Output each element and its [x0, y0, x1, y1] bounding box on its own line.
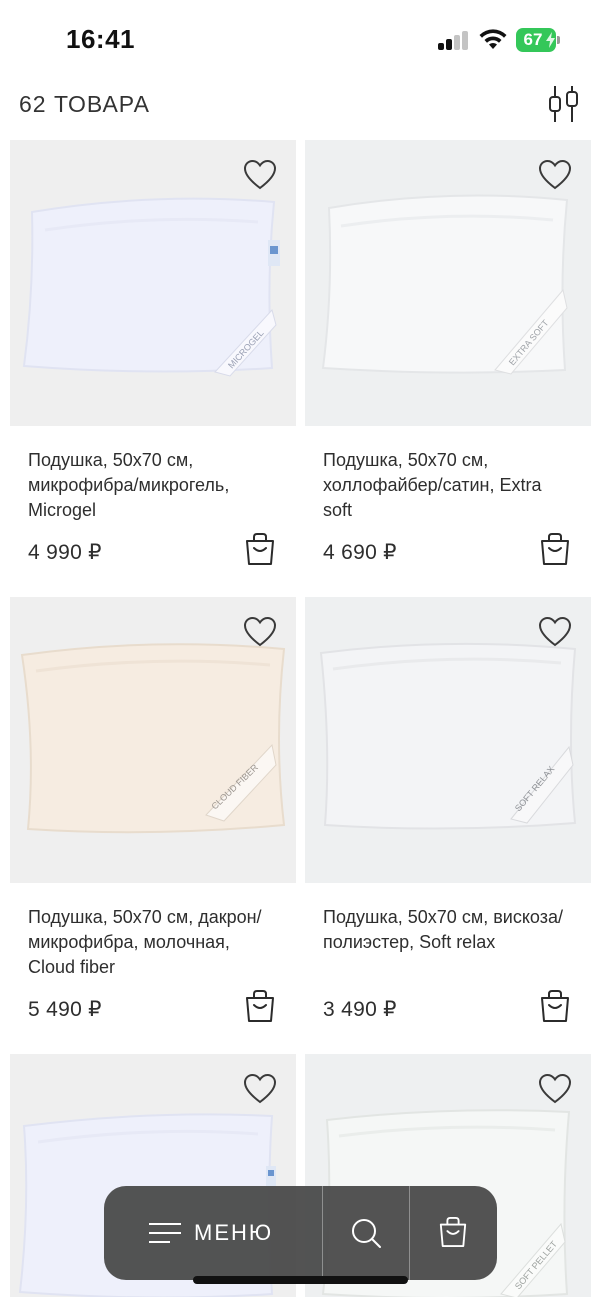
add-to-cart-icon[interactable]: [539, 989, 571, 1023]
product-price: 4 990 ₽: [28, 541, 102, 564]
sliders-icon[interactable]: [544, 84, 582, 124]
catalog-header: 62 ТОВАРА: [0, 72, 600, 138]
product-title[interactable]: Подушка, 50х70 см, холлофайбер/сатин, Ex…: [323, 448, 573, 526]
menu-button[interactable]: МЕНЮ: [104, 1186, 322, 1280]
product-title[interactable]: Подушка, 50х70 см, дакрон/микрофибра, мо…: [28, 905, 278, 983]
product-card[interactable]: EXTRA SOFT Подушка, 50х70 см, холлофайбе…: [305, 140, 591, 576]
product-footer: 5 490 ₽: [10, 983, 296, 1033]
cart-button[interactable]: [409, 1186, 497, 1280]
home-indicator[interactable]: [193, 1276, 408, 1284]
search-icon: [352, 1219, 381, 1248]
product-price: 4 690 ₽: [323, 541, 397, 564]
product-footer: 4 990 ₽: [10, 526, 296, 576]
heart-icon[interactable]: [243, 159, 277, 191]
add-to-cart-icon[interactable]: [539, 532, 571, 566]
cellular-signal-icon: [438, 30, 470, 50]
product-title[interactable]: Подушка, 50х70 см, вискоза/полиэстер, So…: [323, 905, 573, 983]
heart-icon[interactable]: [243, 1073, 277, 1105]
product-image[interactable]: SOFT RELAX: [305, 597, 591, 883]
search-button[interactable]: [322, 1186, 409, 1280]
product-image[interactable]: CLOUD FIBER: [10, 597, 296, 883]
product-image[interactable]: EXTRA SOFT: [305, 140, 591, 426]
status-time: 16:41: [66, 24, 135, 54]
product-card[interactable]: MICROGEL Подушка, 50х70 см, микрофибра/м…: [10, 140, 296, 576]
charging-bolt-icon: [546, 32, 555, 48]
item-count: 62 ТОВАРА: [19, 91, 150, 117]
battery-cap: [557, 36, 560, 44]
bottom-navigation: МЕНЮ: [104, 1186, 497, 1280]
battery-indicator: 67: [516, 28, 560, 52]
wifi-icon: [479, 29, 507, 49]
heart-icon[interactable]: [538, 616, 572, 648]
product-card[interactable]: CLOUD FIBER Подушка, 50х70 см, дакрон/ми…: [10, 597, 296, 1033]
battery-level: 67: [523, 30, 543, 49]
heart-icon[interactable]: [538, 159, 572, 191]
product-footer: 4 690 ₽: [305, 526, 591, 576]
product-title[interactable]: Подушка, 50х70 см, микрофибра/микрогель,…: [28, 448, 278, 526]
add-to-cart-icon[interactable]: [244, 532, 276, 566]
add-to-cart-icon[interactable]: [244, 989, 276, 1023]
product-footer: 3 490 ₽: [305, 983, 591, 1033]
status-bar: 16:41 67: [0, 0, 600, 72]
heart-icon[interactable]: [243, 616, 277, 648]
product-price: 5 490 ₽: [28, 998, 102, 1021]
product-card[interactable]: SOFT RELAX Подушка, 50х70 см, вискоза/по…: [305, 597, 591, 1033]
menu-label: МЕНЮ: [194, 1220, 274, 1245]
shopping-bag-icon: [439, 1217, 467, 1247]
product-image[interactable]: MICROGEL: [10, 140, 296, 426]
product-price: 3 490 ₽: [323, 998, 397, 1021]
hamburger-icon: [149, 1223, 181, 1243]
heart-icon[interactable]: [538, 1073, 572, 1105]
